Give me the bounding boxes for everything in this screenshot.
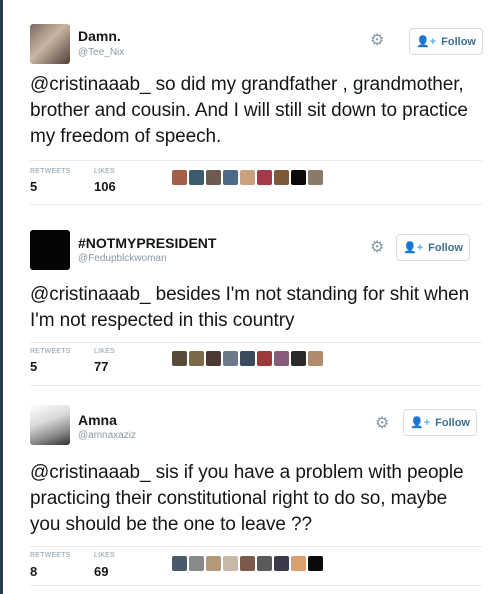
retweets-count[interactable]: 8 <box>30 564 37 579</box>
follow-button[interactable]: 👤+ Follow <box>396 234 470 261</box>
liker-avatar[interactable] <box>206 351 221 366</box>
likes-count[interactable]: 69 <box>94 564 108 579</box>
left-border <box>0 0 3 594</box>
liker-avatar[interactable] <box>189 351 204 366</box>
liker-avatar[interactable] <box>172 351 187 366</box>
liker-avatar[interactable] <box>274 556 289 571</box>
likes-count[interactable]: 106 <box>94 179 116 194</box>
liker-avatar[interactable] <box>172 170 187 185</box>
liker-avatar[interactable] <box>257 351 272 366</box>
likes-label: LIKES <box>94 348 115 355</box>
liker-avatars <box>172 351 323 366</box>
retweets-label: RETWEETS <box>30 168 71 175</box>
follow-button-label: Follow <box>441 35 476 48</box>
gear-icon[interactable]: ⚙ <box>370 240 384 256</box>
gear-icon[interactable]: ⚙ <box>375 416 389 432</box>
user-handle[interactable]: @amnaxaziz <box>78 430 136 441</box>
gear-icon[interactable]: ⚙ <box>370 33 384 49</box>
liker-avatar[interactable] <box>274 170 289 185</box>
retweets-count[interactable]: 5 <box>30 179 37 194</box>
liker-avatar[interactable] <box>223 556 238 571</box>
tweet-divider <box>30 585 482 586</box>
avatar[interactable] <box>30 24 70 64</box>
follow-button[interactable]: 👤+ Follow <box>403 409 477 436</box>
display-name[interactable]: Amna <box>78 412 117 428</box>
stats-divider <box>30 160 482 161</box>
retweets-count[interactable]: 5 <box>30 359 37 374</box>
add-user-icon: 👤+ <box>416 36 437 48</box>
liker-avatar[interactable] <box>223 351 238 366</box>
liker-avatar[interactable] <box>223 170 238 185</box>
user-handle[interactable]: @Fedupblckwoman <box>78 253 167 264</box>
tweet-text: @cristinaaab_ besides I'm not standing f… <box>30 284 470 331</box>
avatar[interactable] <box>30 405 70 445</box>
liker-avatar[interactable] <box>240 351 255 366</box>
stats-divider <box>30 342 482 343</box>
liker-avatar[interactable] <box>291 170 306 185</box>
tweet-divider <box>30 385 482 386</box>
tweet-text: @cristinaaab_ sis if you have a problem … <box>30 462 464 535</box>
liker-avatar[interactable] <box>308 351 323 366</box>
liker-avatar[interactable] <box>257 170 272 185</box>
add-user-icon: 👤+ <box>403 242 424 254</box>
liker-avatar[interactable] <box>240 556 255 571</box>
stats-divider <box>30 546 482 547</box>
likes-label: LIKES <box>94 168 115 175</box>
liker-avatar[interactable] <box>206 170 221 185</box>
liker-avatar[interactable] <box>291 351 306 366</box>
liker-avatar[interactable] <box>189 556 204 571</box>
likes-count[interactable]: 77 <box>94 359 108 374</box>
liker-avatar[interactable] <box>257 556 272 571</box>
liker-avatar[interactable] <box>308 170 323 185</box>
liker-avatar[interactable] <box>308 556 323 571</box>
liker-avatar[interactable] <box>240 170 255 185</box>
liker-avatar[interactable] <box>274 351 289 366</box>
liker-avatars <box>172 170 323 185</box>
display-name[interactable]: Damn. <box>78 28 121 44</box>
display-name[interactable]: #NOTMYPRESIDENT <box>78 235 216 251</box>
liker-avatar[interactable] <box>172 556 187 571</box>
liker-avatar[interactable] <box>206 556 221 571</box>
tweet-text: @cristinaaab_ so did my grandfather , gr… <box>30 74 468 147</box>
liker-avatar[interactable] <box>291 556 306 571</box>
tweet-divider <box>30 204 482 205</box>
avatar[interactable] <box>30 230 70 270</box>
follow-button-label: Follow <box>435 416 470 429</box>
follow-button-label: Follow <box>428 241 463 254</box>
liker-avatar[interactable] <box>189 170 204 185</box>
retweets-label: RETWEETS <box>30 348 71 355</box>
user-handle[interactable]: @Tee_Nix <box>78 47 124 58</box>
add-user-icon: 👤+ <box>410 417 431 429</box>
likes-label: LIKES <box>94 552 115 559</box>
liker-avatars <box>172 556 323 571</box>
follow-button[interactable]: 👤+ Follow <box>409 28 483 55</box>
retweets-label: RETWEETS <box>30 552 71 559</box>
